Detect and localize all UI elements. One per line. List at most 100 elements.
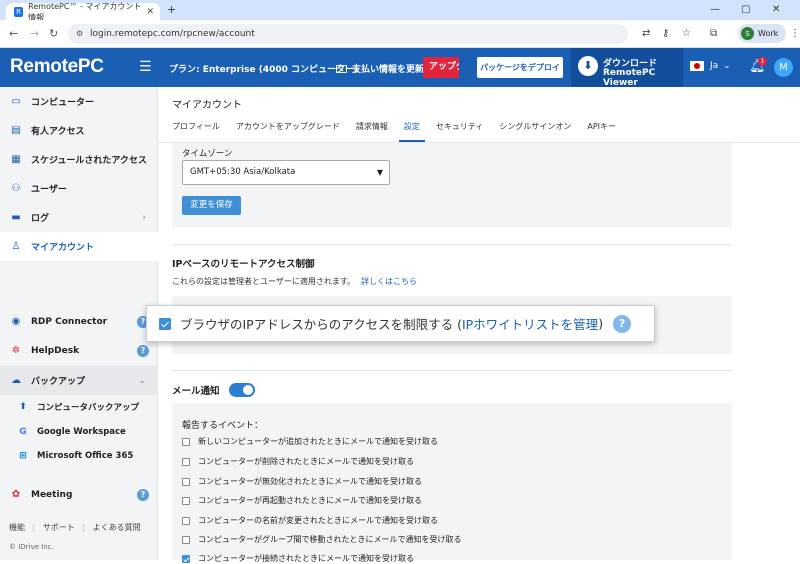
user-avatar[interactable]: M [774,58,793,77]
ip-restrict-checkbox[interactable] [159,317,171,330]
tab-billing[interactable]: 請求情報 [356,118,388,142]
dropdown-arrow-icon: ▼ [376,168,383,177]
sidebar-subitem-label: Google Workspace [37,426,126,437]
credit-card-icon [336,64,347,73]
language-label: Ja [710,61,719,71]
password-key-icon[interactable]: ⚷ [662,28,669,39]
help-icon[interactable]: ? [613,314,632,333]
reload-icon[interactable]: ↻ [49,27,58,40]
microsoft-windows-icon: ⊞ [19,450,27,461]
remotepc-logo[interactable]: RemotePC [10,56,104,78]
faq-link[interactable]: よくある質問 [93,523,141,532]
event-checkbox[interactable] [182,516,190,525]
sidebar-item-meeting[interactable]: ✿ Meeting ? [0,480,158,509]
sidebar-item-computers[interactable]: ▭ コンピューター [0,87,158,116]
download-viewer-button[interactable]: ⬇ ダウンロード RemotePC Viewer [571,48,683,88]
sidebar-item-label: 有人アクセス [31,127,85,137]
event-label: コンピューターが接続されたときにメールで通知を受け取る [198,554,414,563]
upgrade-button[interactable]: アップグレード [423,57,459,78]
update-billing-link[interactable]: 支払い情報を更新 [336,62,424,75]
sidebar-item-helpdesk[interactable]: ✲ HelpDesk ? [0,336,158,365]
update-billing-label: 支払い情報を更新 [352,65,425,75]
sidebar-item-label: バックアップ [31,377,86,387]
event-row[interactable]: コンピューターが接続されたときにメールで通知を受け取る [182,553,414,564]
event-checkbox[interactable] [182,554,190,563]
learn-more-link[interactable]: 詳しくはこちら [361,277,417,286]
minimize-icon[interactable]: — [710,4,720,15]
extensions-icon[interactable]: ⧉ [710,28,717,39]
event-label: コンピューターが無効化されたときにメールで通知を受け取る [198,477,422,486]
sidebar-subitem-google-workspace[interactable]: G Google Workspace [0,419,158,444]
calendar-icon: ▦ [11,154,21,165]
new-tab-icon[interactable]: + [167,3,176,16]
close-window-icon[interactable]: ✕ [772,4,780,15]
hamburger-menu-icon[interactable]: ☰ [139,59,152,75]
browser-tab[interactable]: R RemotePC™ - マイアカウント情報 ✕ [6,2,160,22]
tab-api-key[interactable]: APIキー [587,118,616,142]
sidebar-item-rdp-connector[interactable]: ◉ RDP Connector ? [0,307,158,336]
forward-icon[interactable]: → [30,27,39,40]
manage-whitelist-link[interactable]: IPホワイトリストを管理 [462,314,598,333]
japan-flag-icon [690,61,704,71]
close-tab-icon[interactable]: ✕ [146,7,154,17]
sidebar-subitem-label: Microsoft Office 365 [37,450,134,461]
event-checkbox[interactable] [182,477,190,486]
browser-tabstrip: R RemotePC™ - マイアカウント情報 ✕ + — ▢ ✕ [0,0,800,22]
features-link[interactable]: 機能 [9,523,25,532]
back-icon[interactable]: ← [9,27,18,40]
sidebar-item-backup[interactable]: ☁ バックアップ ⌄ [0,366,158,395]
event-row[interactable]: コンピューターが再起動されたときにメールで通知を受け取る [182,495,422,506]
profile-button[interactable]: S Work [738,24,786,43]
event-row[interactable]: コンピューターがグループ間で移動されたときにメールで通知を受け取る [182,534,462,545]
help-icon[interactable]: ? [137,344,149,357]
copyright: © IDrive Inc. [9,543,54,551]
logs-icon: ▬ [11,212,21,223]
event-row[interactable]: 新しいコンピューターが追加されたときにメールで通知を受け取る [182,436,438,447]
sidebar-subitem-computer-backup[interactable]: ⬆ コンピュータバックアップ [0,394,158,419]
event-checkbox[interactable] [182,496,190,505]
url-bar[interactable]: ⚙ login.remotepc.com/rpcnew/account [68,24,628,44]
save-changes-button[interactable]: 変更を保存 [182,196,241,215]
meeting-icon: ✿ [11,489,21,500]
remotepc-favicon-icon: R [14,6,24,17]
rdp-connector-icon: ◉ [11,316,21,327]
event-row[interactable]: コンピューターの名前が変更されたときにメールで通知を受け取る [182,515,438,526]
tab-settings[interactable]: 設定 [398,118,425,142]
tab-sso[interactable]: シングルサインオン [499,118,571,142]
sidebar-item-label: スケジュールされたアクセス [31,156,147,166]
translate-icon[interactable]: ⇄ [642,28,650,39]
event-checkbox[interactable] [182,437,190,446]
sidebar-subitem-office-365[interactable]: ⊞ Microsoft Office 365 [0,443,158,468]
language-selector[interactable]: Ja ⌄ [690,61,731,71]
tab-upgrade-account[interactable]: アカウントをアップグレード [236,118,340,142]
sidebar: ▭ コンピューター ▤ 有人アクセス ▦ スケジュールされたアクセス ⚇ ユーザ… [0,87,158,560]
event-checkbox[interactable] [182,535,190,544]
bookmark-star-icon[interactable]: ☆ [682,28,691,39]
sidebar-item-my-account[interactable]: ♙ マイアカウント [0,232,158,261]
sidebar-item-logs[interactable]: ▬ ログ › [0,203,158,232]
sidebar-item-scheduled-access[interactable]: ▦ スケジュールされたアクセス [0,145,158,174]
support-link[interactable]: サポート [43,523,75,532]
event-row[interactable]: コンピューターが削除されたときにメールで通知を受け取る [182,456,414,467]
restore-icon[interactable]: ▢ [741,4,750,15]
sidebar-item-attended-access[interactable]: ▤ 有人アクセス [0,116,158,145]
timezone-select[interactable]: GMT+05:30 Asia/Kolkata ▼ [182,160,390,185]
url-text: login.remotepc.com/rpcnew/account [90,29,255,39]
help-icon[interactable]: ? [137,488,149,501]
screen-share-icon: ▤ [11,125,21,136]
computer-backup-icon: ⬆ [19,401,27,412]
events-label: 報告するイベント： [182,421,264,431]
event-checkbox[interactable] [182,457,190,466]
browser-menu-icon[interactable]: ⋮ [790,28,800,39]
sidebar-subitem-label: コンピュータバックアップ [37,402,140,413]
site-info-icon[interactable]: ⚙ [76,24,83,44]
email-notification-toggle[interactable] [228,383,255,397]
users-icon: ⚇ [11,183,21,194]
deploy-package-button[interactable]: パッケージをデプロイ [477,57,563,78]
event-label: コンピューターが削除されたときにメールで通知を受け取る [198,457,414,466]
sidebar-item-users[interactable]: ⚇ ユーザー [0,174,158,203]
tab-profile[interactable]: プロフィール [172,118,220,142]
sidebar-item-label: コンピューター [31,98,95,108]
event-row[interactable]: コンピューターが無効化されたときにメールで通知を受け取る [182,476,422,487]
tab-security[interactable]: セキュリティ [436,118,484,142]
